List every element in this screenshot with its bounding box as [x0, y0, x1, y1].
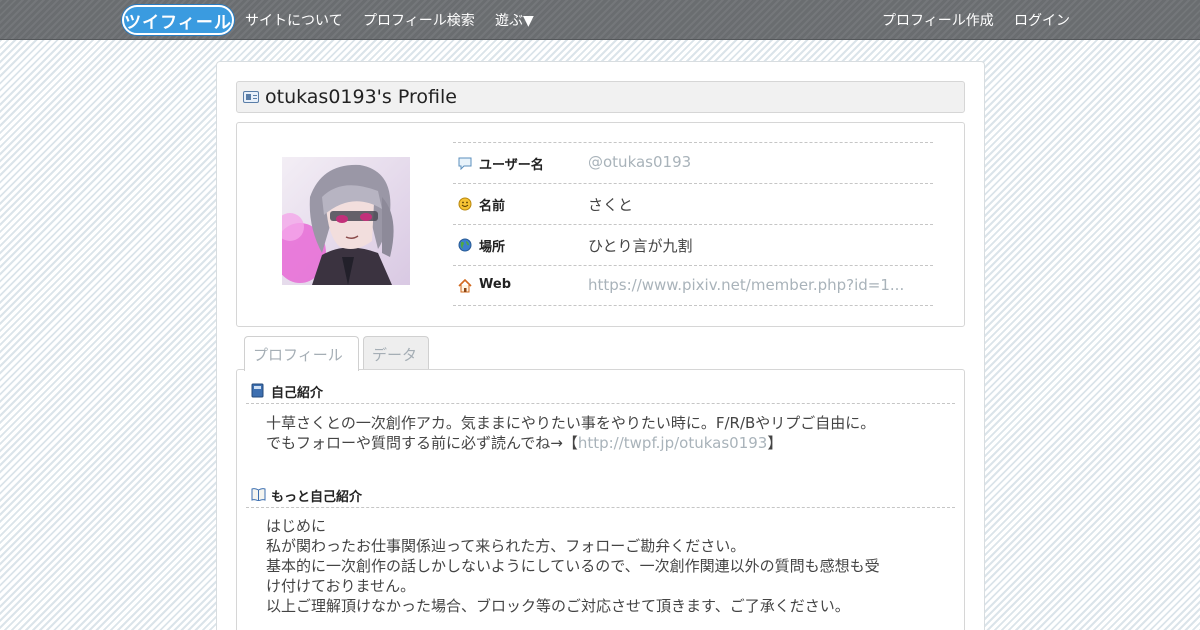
more-section-body: はじめに 私が関わったお仕事関係辿って来られた方、フォローご勘弁ください。 基本…: [266, 516, 946, 616]
id-card-icon: [243, 91, 259, 103]
name-value: さくと: [588, 196, 634, 214]
profile-content-box: 自己紹介 十草さくとの一次創作アカ。気ままにやりたい事をやりたい時に。F/R/B…: [236, 369, 965, 630]
profile-info-box: ユーザー名 @otukas0193 名前 さくと 場所 ひとり言が九割 Web …: [236, 122, 965, 327]
location-value: ひとり言が九割: [588, 237, 693, 255]
username-label: ユーザー名: [479, 158, 544, 173]
nav-play-dropdown[interactable]: 遊ぶ▼: [495, 10, 534, 30]
more-section-title: もっと自己紹介: [271, 490, 363, 505]
smiley-icon: [458, 197, 472, 211]
intro-section-body: 十草さくとの一次創作アカ。気ままにやりたい事をやりたい時に。F/R/Bやリプご自…: [266, 413, 946, 453]
web-row: Web https://www.pixiv.net/member.php?id=…: [453, 265, 933, 306]
open-book-icon: [251, 488, 266, 501]
more-line-2: 私が関わったお仕事関係辿って来られた方、フォローご勘弁ください。: [266, 537, 746, 555]
intro-section-title: 自己紹介: [271, 386, 324, 401]
top-navbar: ツイフィール サイトについて プロフィール検索 遊ぶ▼ プロフィール作成 ログイ…: [0, 0, 1200, 40]
page-title: otukas0193's Profile: [265, 86, 457, 108]
username-value[interactable]: @otukas0193: [588, 153, 691, 171]
speech-bubble-icon: [458, 157, 472, 170]
home-icon: [458, 279, 472, 293]
globe-icon: [458, 238, 472, 252]
username-row: ユーザー名 @otukas0193: [453, 142, 933, 183]
web-label: Web: [479, 277, 511, 292]
more-line-4: け付けておりません。: [266, 577, 416, 595]
profile-info-table: ユーザー名 @otukas0193 名前 さくと 場所 ひとり言が九割 Web …: [453, 142, 933, 306]
more-section-header: もっと自己紹介: [246, 481, 955, 508]
intro-line-2-suffix: 】: [767, 434, 783, 452]
name-label: 名前: [479, 199, 506, 214]
profile-title-bar: otukas0193's Profile: [236, 81, 965, 113]
location-label: 場所: [479, 240, 506, 255]
twpf-link[interactable]: http://twpf.jp/otukas0193: [578, 434, 768, 452]
intro-line-2-prefix: でもフォローや質問する前に必ず読んでね→【: [266, 434, 578, 452]
more-line-1: はじめに: [266, 517, 327, 535]
web-link[interactable]: https://www.pixiv.net/member.php?id=1...: [588, 276, 904, 294]
site-logo[interactable]: ツイフィール: [122, 5, 234, 35]
more-line-5: 以上ご理解頂けなかった場合、ブロック等のご対応させて頂きます、ご了承ください。: [266, 597, 850, 615]
intro-line-1: 十草さくとの一次創作アカ。気ままにやりたい事をやりたい時に。F/R/Bやリプご自…: [266, 414, 876, 432]
nav-create-profile-link[interactable]: プロフィール作成: [882, 10, 994, 30]
intro-section-header: 自己紹介: [246, 377, 955, 404]
location-row: 場所 ひとり言が九割: [453, 224, 933, 265]
avatar-illustration: [282, 157, 410, 285]
notebook-icon: [251, 383, 264, 398]
intro-line-2: でもフォローや質問する前に必ず読んでね→【http://twpf.jp/otuk…: [266, 433, 946, 453]
tab-profile[interactable]: プロフィール: [244, 336, 359, 371]
nav-login-link[interactable]: ログイン: [1014, 10, 1070, 30]
more-line-3: 基本的に一次創作の話しかしないようにしているので、一次創作関連以外の質問も感想も…: [266, 557, 880, 575]
main-panel: otukas0193's Profile ユーザー名 @otukas0193 名…: [216, 61, 985, 630]
nav-search-link[interactable]: プロフィール検索: [363, 10, 475, 30]
nav-about-link[interactable]: サイトについて: [245, 10, 343, 30]
avatar[interactable]: [282, 157, 410, 285]
tab-data[interactable]: データ: [363, 336, 429, 370]
name-row: 名前 さくと: [453, 183, 933, 224]
